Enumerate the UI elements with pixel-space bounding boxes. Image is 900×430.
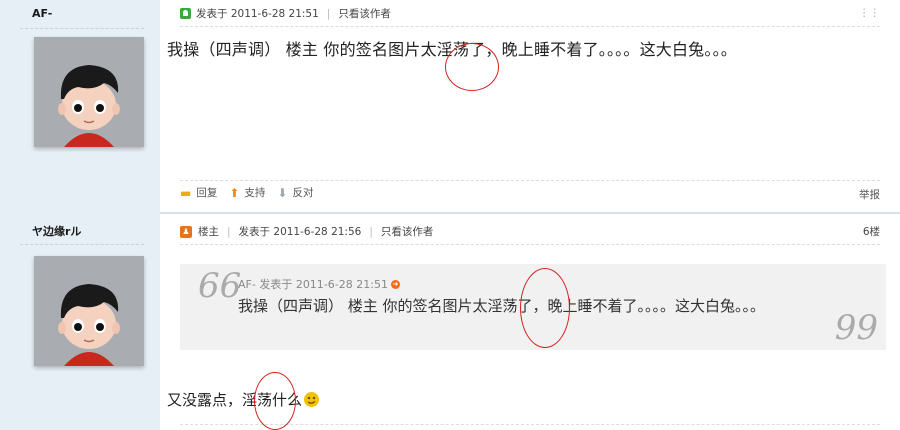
only-author-link[interactable]: 只看该作者 (338, 6, 391, 21)
post-meta: ♟ 楼主 | 发表于 2011-6-28 21:56 | 只看该作者 (180, 224, 433, 239)
annotation-circle (445, 43, 499, 91)
annotation-circle (520, 268, 570, 348)
down-arrow-icon: ⬇ (277, 185, 288, 200)
host-badge: 楼主 (198, 226, 219, 238)
quote-close-mark: 99 (834, 308, 878, 348)
meta-separator: | (369, 225, 373, 238)
meta-separator: | (326, 7, 331, 20)
annotation-circle (254, 372, 296, 430)
avatar-cartoon-boy (34, 37, 144, 147)
avatar[interactable] (34, 256, 144, 366)
speech-bubble-icon: ▬ (180, 185, 192, 200)
meta-separator: | (227, 225, 231, 238)
quote-author: AF- 发表于 2011-6-28 21:51 ➜ (238, 276, 400, 292)
avatar[interactable] (34, 37, 144, 147)
oppose-label: 反对 (292, 187, 314, 199)
reply-button[interactable]: ▬ 回复 (180, 185, 217, 200)
meta-divider (180, 26, 880, 27)
post-meta: 发表于 2011-6-28 21:51 | 只看该作者 (180, 6, 391, 21)
avatar-cartoon-boy (34, 256, 144, 366)
oppose-button[interactable]: ⬇ 反对 (277, 185, 313, 200)
post-2: ヤ边缘rル ♟ 楼主 | 发表于 2011-6-28 21:56 | 只看该作者… (0, 212, 900, 430)
jump-to-post-icon[interactable]: ➜ (390, 279, 400, 289)
post-time: 发表于 2011-6-28 21:56 (238, 226, 362, 238)
quote-open-mark: 66 (198, 266, 242, 306)
floor-number: ⋮⋮ (859, 7, 880, 19)
floor-number[interactable]: 6楼 (863, 224, 880, 239)
up-arrow-icon: ⬆ (229, 185, 240, 200)
meta-divider (180, 244, 880, 245)
smiley-icon (304, 392, 320, 407)
author-sidebar: ヤ边缘rル (0, 212, 160, 430)
online-status-icon (180, 8, 191, 19)
report-button[interactable]: 举报 (859, 187, 880, 202)
author-sidebar: AF- (0, 0, 160, 212)
post-time: 发表于 2011-6-28 21:51 (196, 8, 319, 20)
author-name[interactable]: ヤ边缘rル (32, 223, 81, 239)
only-author-link[interactable]: 只看该作者 (381, 224, 434, 239)
author-name[interactable]: AF- (32, 7, 52, 20)
support-button[interactable]: ⬆ 支持 (229, 185, 265, 200)
post-content: 发表于 2011-6-28 21:51 | 只看该作者 ⋮⋮ 我操（四声调） 楼… (160, 0, 900, 212)
sidebar-divider (20, 28, 144, 29)
reply-body: 又没露点，淫荡什么 (167, 389, 320, 410)
sidebar-divider (20, 244, 144, 245)
actions-divider (180, 180, 880, 181)
post-actions: ▬ 回复 ⬆ 支持 ⬇ 反对 (180, 185, 325, 200)
thread-starter-icon: ♟ (180, 225, 192, 238)
reply-label: 回复 (196, 187, 218, 199)
quote-author-line: AF- 发表于 2011-6-28 21:51 (238, 278, 388, 291)
post-1: AF- 发表于 2011-6-28 21:51 | 只看该作者 ⋮⋮ 我操（四声… (0, 0, 900, 212)
support-label: 支持 (244, 187, 266, 199)
